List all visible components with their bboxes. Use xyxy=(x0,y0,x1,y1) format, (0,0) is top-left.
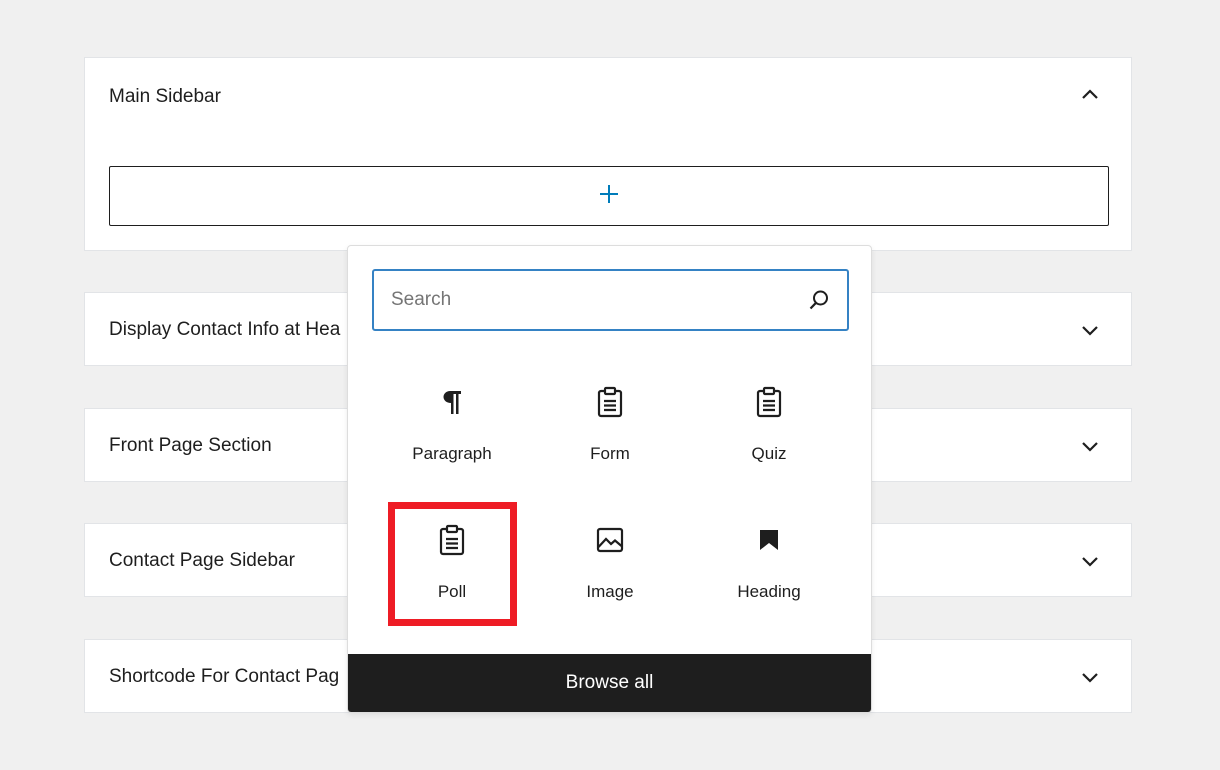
paragraph-icon xyxy=(438,386,466,418)
clipboard-icon xyxy=(438,524,466,556)
panel-title: Front Page Section xyxy=(109,435,272,456)
block-label: Form xyxy=(590,444,630,463)
block-label: Paragraph xyxy=(412,444,492,463)
chevron-up-icon[interactable] xyxy=(1079,84,1101,106)
clipboard-icon xyxy=(755,386,783,418)
plus-icon xyxy=(598,183,620,210)
block-quiz[interactable]: Quiz xyxy=(706,372,832,490)
block-image[interactable]: Image xyxy=(547,510,673,628)
panel-title: Main Sidebar xyxy=(109,86,221,107)
block-poll[interactable]: Poll xyxy=(389,510,515,628)
search-input[interactable] xyxy=(374,271,794,329)
block-label: Poll xyxy=(437,582,467,601)
chevron-down-icon[interactable] xyxy=(1079,666,1101,688)
block-inserter-popover: Paragraph Form Quiz xyxy=(347,245,872,713)
block-label: Quiz xyxy=(751,444,787,463)
search-icon[interactable] xyxy=(807,288,831,312)
browse-all-button[interactable]: Browse all xyxy=(348,654,871,712)
clipboard-icon xyxy=(596,386,624,418)
block-heading[interactable]: Heading xyxy=(706,510,832,628)
panel-title: Contact Page Sidebar xyxy=(109,550,295,571)
add-block-button[interactable] xyxy=(109,166,1109,226)
chevron-down-icon[interactable] xyxy=(1079,550,1101,572)
block-label: Image xyxy=(586,582,634,601)
chevron-down-icon[interactable] xyxy=(1079,319,1101,341)
block-form[interactable]: Form xyxy=(547,372,673,490)
image-icon xyxy=(596,524,624,556)
main-sidebar-panel: Main Sidebar xyxy=(84,57,1132,251)
search-box xyxy=(372,269,849,331)
block-paragraph[interactable]: Paragraph xyxy=(389,372,515,490)
panel-title: Display Contact Info at Hea xyxy=(109,319,341,340)
bookmark-icon xyxy=(755,524,783,556)
block-label: Heading xyxy=(737,582,801,601)
panel-title: Shortcode For Contact Pag xyxy=(109,666,340,687)
chevron-down-icon[interactable] xyxy=(1079,435,1101,457)
